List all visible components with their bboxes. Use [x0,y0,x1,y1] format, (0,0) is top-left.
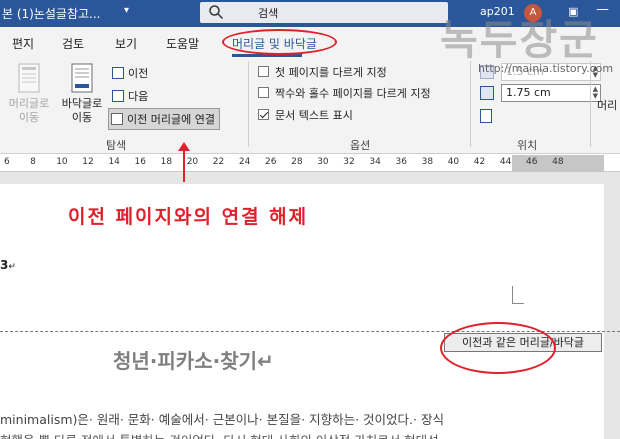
group-separator [470,61,471,147]
show-document-text-checkbox[interactable]: 문서 텍스트 표시 [258,107,353,123]
different-odd-even-label: 짝수와 홀수 페이지를 다르게 지정 [275,87,431,100]
link-to-previous-button[interactable]: 이전 머리글에 연결 [108,108,220,130]
close-header-label[interactable]: 머리 [597,97,617,113]
different-odd-even-checkbox[interactable]: 짝수와 홀수 페이지를 다르게 지정 [258,85,431,101]
ruler-tick-label: 24 [238,157,251,167]
footer-position-icon [480,86,494,100]
tab-view[interactable]: 보기 [115,35,137,52]
ruler-tick-label: 8 [30,157,36,167]
body-text-line[interactable]: minimalism)은· 원래· 문화· 예술에서· 근본이나· 본질을· 지… [0,409,444,428]
options-group-label: 옵션 [350,139,371,152]
ruler-tick-label: 48 [552,157,564,167]
goto-header-icon [18,63,40,93]
watermark-url: http://mainia.tistory.com [478,62,614,75]
ruler-tick-label: 14 [108,157,120,167]
group-separator [248,61,249,147]
goto-header-label: 머리글로 이동 [8,97,50,124]
ruler-tick-label: 34 [369,157,381,167]
show-document-text-label: 문서 텍스트 표시 [275,109,353,122]
next-icon [112,90,124,102]
horizontal-ruler[interactable]: 6 8 10 12 14 16 18 20 22 24 26 28 30 32 34 36 38 40 42 44 46… [0,155,620,172]
search-box[interactable]: 검색 [200,2,448,23]
checkbox-box [258,66,269,77]
ruler-tick-label: 20 [186,157,199,167]
next-label: 다음 [128,90,149,103]
different-first-page-checkbox[interactable]: 첫 페이지를 다르게 지정 [258,64,387,80]
ruler-tick-label: 30 [317,157,329,167]
ruler-tick-label: 40 [447,157,460,167]
previous-icon [112,67,124,79]
ruler-tick-label: 22 [212,157,225,167]
different-first-page-label: 첫 페이지를 다르게 지정 [275,66,387,79]
goto-header-button[interactable]: 머리글로 이동 [4,63,54,125]
previous-label: 이전 [128,67,149,80]
paragraph-mark-icon: ↵ [8,262,16,272]
ruler-tick-label: 26 [265,157,277,167]
footer-from-bottom-input[interactable]: 1.75 cm ▲ ▼ [501,84,601,102]
goto-footer-icon [71,63,93,93]
body-heading[interactable]: 청년·피카소·찾기↵ [113,345,274,374]
tab-help[interactable]: 도움말 [166,35,199,52]
watermark-text: 녹두장군 [440,16,599,64]
tab-mailings[interactable]: 편지 [12,35,34,52]
ruler-tick-label: 18 [160,157,173,167]
ruler-tick-label: 36 [395,157,407,167]
ruler-tick-label: 28 [291,157,303,167]
ruler-tick-label: 6 [4,157,10,167]
link-to-previous-label: 이전 머리글에 연결 [127,113,215,126]
title-dropdown-icon[interactable]: ▾ [124,5,129,16]
search-icon [209,5,224,20]
document-title: 본 (1)논설글참고... [2,7,101,21]
margin-corner-mark [512,286,524,304]
ruler-tick-label: 10 [56,157,68,167]
link-icon [111,113,123,125]
same-as-previous-highlight-circle [440,322,556,374]
next-button[interactable]: 다음 [112,88,148,104]
checkbox-box-checked [258,109,269,120]
ruler-tick-label: 42 [473,157,486,167]
header-page-number: 3↵ [0,258,16,272]
search-label: 검색 [258,7,279,20]
ruler-tick-label: 38 [421,157,434,167]
insert-alignment-tab-icon[interactable] [480,109,492,123]
annotation-text: 이전 페이지와의 연결 해제 [68,206,309,228]
previous-button[interactable]: 이전 [112,65,148,81]
ruler-tick-label: 12 [82,157,94,167]
navigation-group-label: 탐색 [106,139,127,152]
tab-highlight-circle [222,29,337,55]
goto-footer-button[interactable]: 바닥글로 이동 [58,63,106,125]
body-text-line[interactable]: 현했을·뿐·다른·전에서·특별하는·것이었다.·다시·현대·사회의·이상적·가치… [0,430,439,439]
ruler-tick-label: 46 [526,157,538,167]
ruler-tick-label: 44 [499,157,512,167]
annotation-arrow [183,148,185,182]
position-group-label: 위치 [517,139,538,152]
ruler-tick-label: 16 [134,157,146,167]
checkbox-box [258,87,269,98]
footer-from-bottom-value: 1.75 cm [506,86,551,99]
goto-footer-label: 바닥글로 이동 [61,97,103,124]
tab-review[interactable]: 검토 [62,35,84,52]
ruler-tick-label: 32 [343,157,355,167]
